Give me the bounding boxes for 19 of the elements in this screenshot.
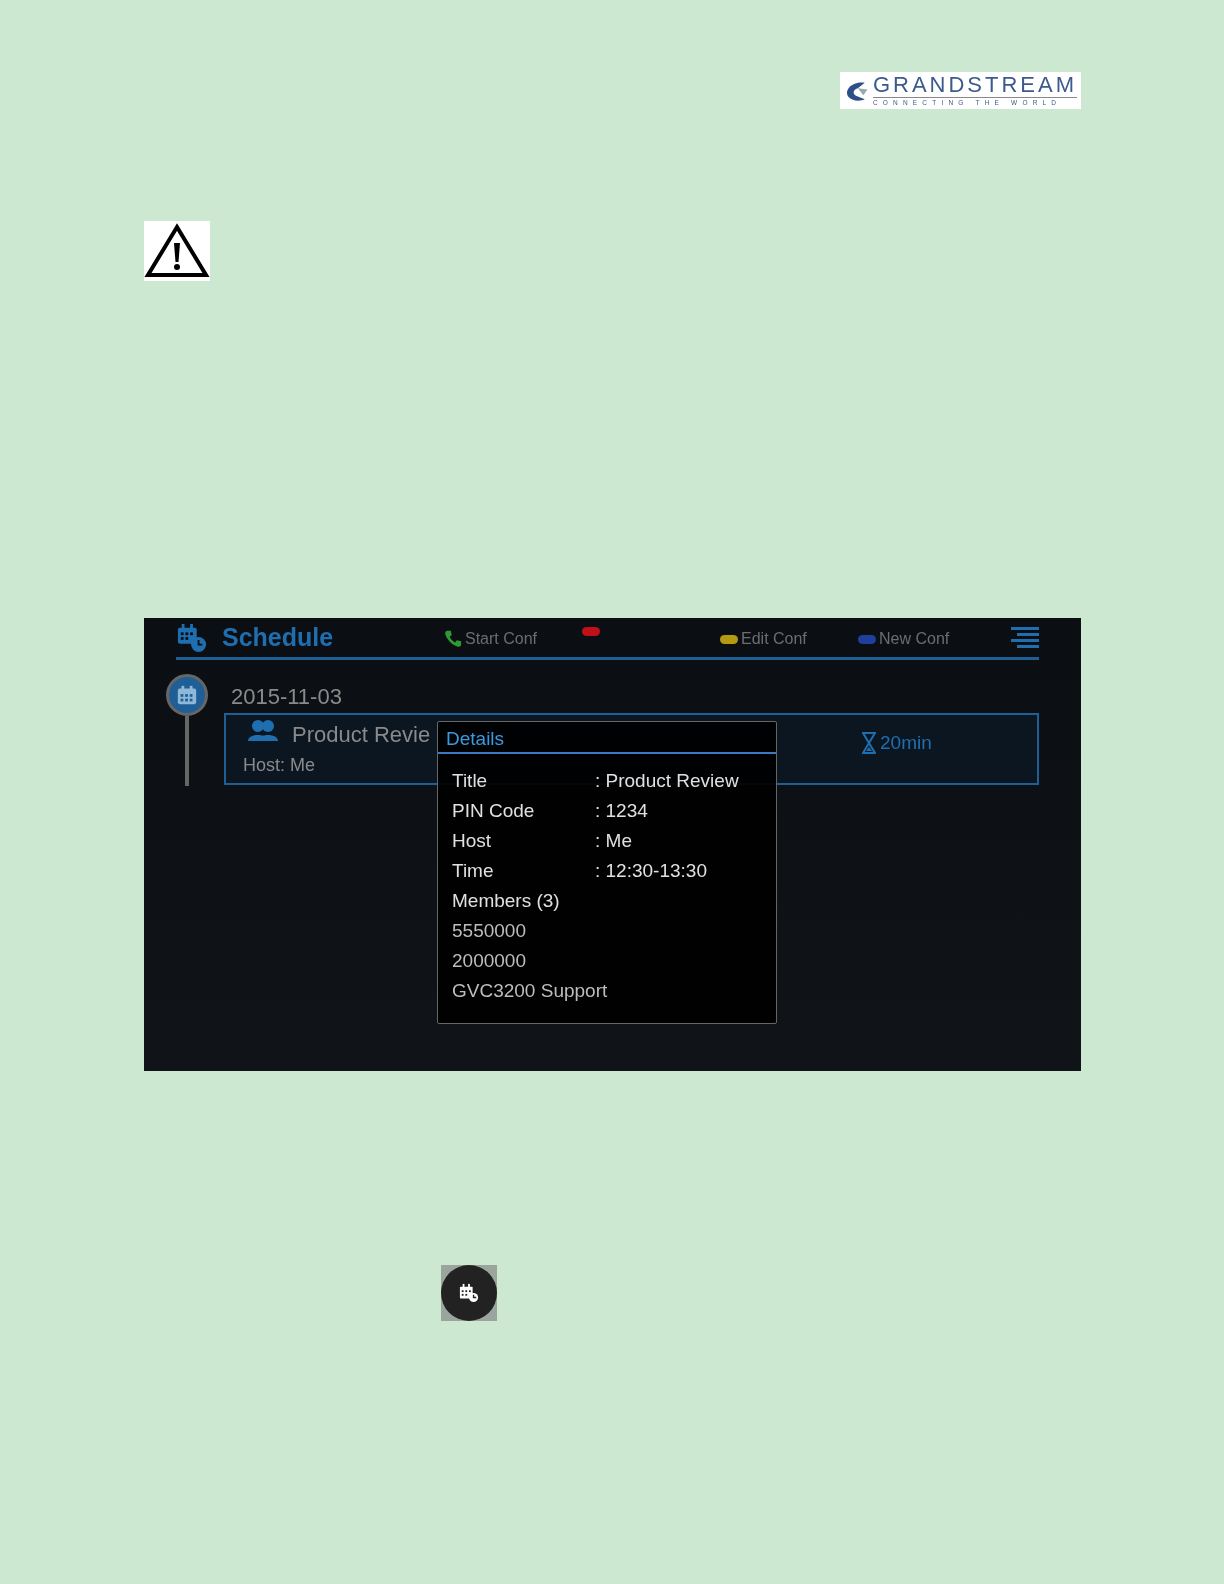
field-value: : 1234: [595, 799, 648, 823]
member-item: 2000000: [452, 949, 527, 973]
meeting-host: Host: Me: [243, 754, 316, 777]
field-label: PIN Code: [452, 799, 536, 823]
member-item: 5550000: [452, 919, 527, 943]
field-value: : 12:30-13:30: [595, 859, 707, 883]
meeting-title: Product Revie: [292, 721, 431, 749]
screen-title: Schedule: [222, 621, 334, 653]
popup-title: Details: [438, 722, 776, 754]
field-label: Time: [452, 859, 495, 883]
field-value: : Me: [595, 829, 632, 853]
field-value: : Product Review: [595, 769, 739, 793]
field-label: Title: [452, 769, 489, 793]
member-item: GVC3200 Support: [452, 979, 609, 1003]
field-label: Host: [452, 829, 493, 853]
date-label: 2015-11-03: [231, 683, 342, 711]
members-heading: Members (3): [452, 889, 561, 913]
meeting-duration: 20min: [880, 731, 932, 755]
logo-name: GRANDSTREAM: [872, 74, 1077, 97]
